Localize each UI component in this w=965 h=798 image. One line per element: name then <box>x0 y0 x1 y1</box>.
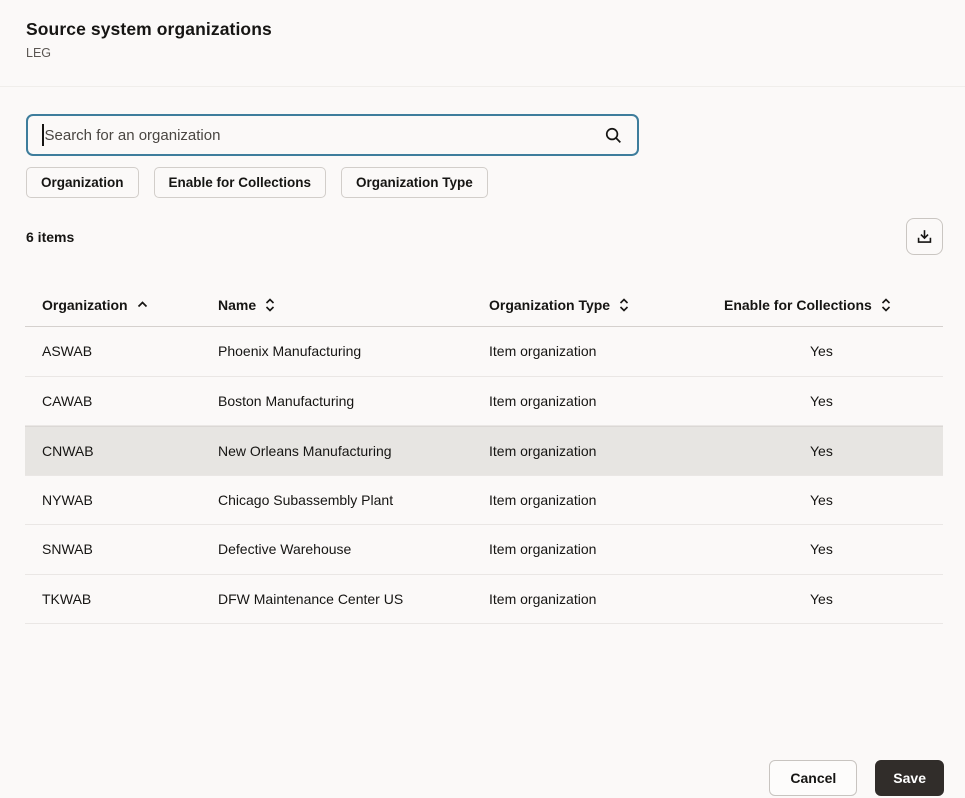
filter-chip-organization[interactable]: Organization <box>26 167 139 198</box>
save-button[interactable]: Save <box>875 760 944 796</box>
column-header-organization-type[interactable]: Organization Type <box>472 297 707 313</box>
cell-enable-for-collections: Yes <box>707 492 943 508</box>
cell-name: Phoenix Manufacturing <box>201 343 472 359</box>
cell-organization: SNWAB <box>25 541 201 557</box>
sort-both-icon <box>881 298 891 312</box>
table-row[interactable]: CAWAB Boston Manufacturing Item organiza… <box>25 377 943 427</box>
table-row[interactable]: ASWAB Phoenix Manufacturing Item organiz… <box>25 327 943 377</box>
items-count: 6 items <box>26 229 74 245</box>
cell-name: Defective Warehouse <box>201 541 472 557</box>
cell-organization: TKWAB <box>25 591 201 607</box>
text-caret <box>42 124 44 146</box>
cell-enable-for-collections: Yes <box>707 443 943 459</box>
search-input[interactable] <box>45 116 605 154</box>
search-button[interactable] <box>604 126 623 145</box>
cell-name: DFW Maintenance Center US <box>201 591 472 607</box>
cell-name: New Orleans Manufacturing <box>201 443 472 459</box>
cell-organization: NYWAB <box>25 492 201 508</box>
cell-organization-type: Item organization <box>472 541 707 557</box>
cell-enable-for-collections: Yes <box>707 591 943 607</box>
column-header-label: Organization <box>42 297 128 313</box>
filter-chip-enable-for-collections[interactable]: Enable for Collections <box>154 167 327 198</box>
cell-enable-for-collections: Yes <box>707 343 943 359</box>
header-divider <box>0 86 965 87</box>
dialog-footer: Cancel Save <box>769 760 944 796</box>
sort-both-icon <box>265 298 275 312</box>
column-header-label: Organization Type <box>489 297 610 313</box>
organizations-table: Organization Name Organization Type <box>25 283 943 624</box>
cell-organization: CNWAB <box>25 443 201 459</box>
cell-organization: CAWAB <box>25 393 201 409</box>
download-icon <box>915 227 934 246</box>
column-header-organization[interactable]: Organization <box>25 297 201 313</box>
cell-organization: ASWAB <box>25 343 201 359</box>
table-row[interactable]: TKWAB DFW Maintenance Center US Item org… <box>25 575 943 625</box>
dialog-content: Organization Enable for Collections Orga… <box>0 114 965 624</box>
table-toolbar: 6 items <box>26 218 943 255</box>
cell-enable-for-collections: Yes <box>707 541 943 557</box>
download-button[interactable] <box>906 218 943 255</box>
cell-organization-type: Item organization <box>472 393 707 409</box>
table-row[interactable]: SNWAB Defective Warehouse Item organizat… <box>25 525 943 575</box>
sort-both-icon <box>619 298 629 312</box>
filter-chips: Organization Enable for Collections Orga… <box>26 167 943 198</box>
table-header-row: Organization Name Organization Type <box>25 283 943 327</box>
column-header-label: Name <box>218 297 256 313</box>
cell-enable-for-collections: Yes <box>707 393 943 409</box>
table-row-selected[interactable]: CNWAB New Orleans Manufacturing Item org… <box>25 426 943 476</box>
cell-name: Boston Manufacturing <box>201 393 472 409</box>
cell-organization-type: Item organization <box>472 591 707 607</box>
cell-organization-type: Item organization <box>472 443 707 459</box>
column-header-enable-for-collections[interactable]: Enable for Collections <box>707 297 943 313</box>
column-header-name[interactable]: Name <box>201 297 472 313</box>
page-subtitle: LEG <box>26 46 939 60</box>
search-box <box>26 114 639 156</box>
search-icon <box>604 126 623 145</box>
column-header-label: Enable for Collections <box>724 297 872 313</box>
cancel-button[interactable]: Cancel <box>769 760 857 796</box>
page-title: Source system organizations <box>26 19 939 40</box>
sort-ascending-icon <box>137 301 148 308</box>
dialog-header: Source system organizations LEG <box>0 0 965 60</box>
cell-organization-type: Item organization <box>472 343 707 359</box>
filter-chip-organization-type[interactable]: Organization Type <box>341 167 488 198</box>
table-row[interactable]: NYWAB Chicago Subassembly Plant Item org… <box>25 476 943 526</box>
cell-organization-type: Item organization <box>472 492 707 508</box>
cell-name: Chicago Subassembly Plant <box>201 492 472 508</box>
